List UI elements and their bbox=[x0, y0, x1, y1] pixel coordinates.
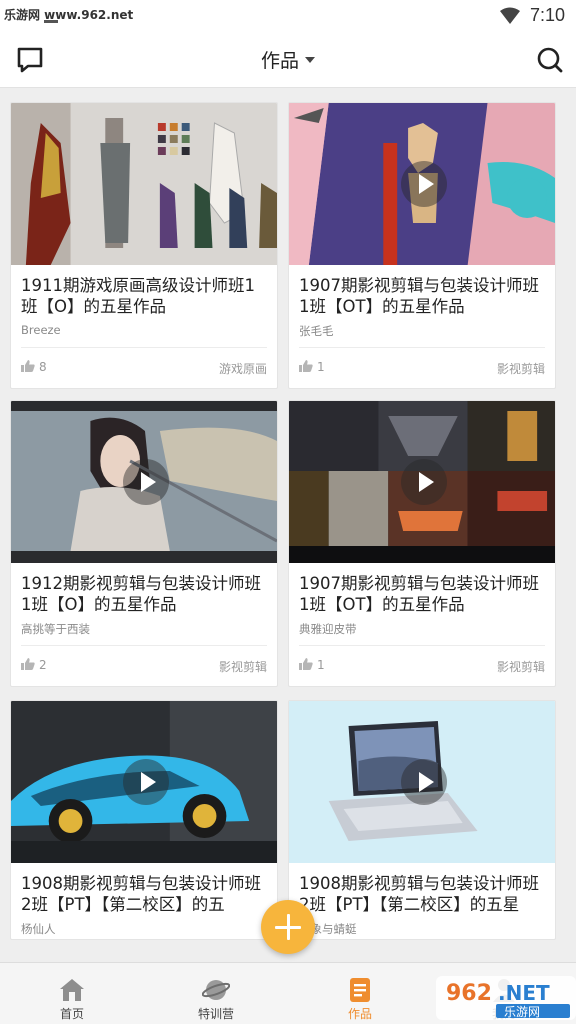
work-thumbnail[interactable] bbox=[289, 701, 555, 863]
work-title: 1911期游戏原画高级设计师班1班【O】的五星作品 bbox=[21, 276, 255, 316]
like-button[interactable]: 8 bbox=[21, 360, 47, 374]
work-thumbnail[interactable] bbox=[289, 401, 555, 563]
work-author: 高挑等于西装 bbox=[21, 622, 90, 636]
play-icon[interactable] bbox=[123, 459, 169, 505]
work-author: 杨仙人 bbox=[21, 922, 56, 936]
works-grid: 1911期游戏原画高级设计师班1班【O】的五星作品 Breeze 8 游戏原画 bbox=[10, 102, 566, 962]
status-time: 7:10 bbox=[530, 5, 566, 25]
work-meta: 8 游戏原画 bbox=[11, 348, 277, 388]
work-card[interactable]: 1907期影视剪辑与包装设计师班1班【OT】的五星作品 张毛毛 1 影视剪辑 bbox=[288, 102, 556, 389]
work-thumbnail[interactable] bbox=[11, 103, 277, 265]
nav-item-home[interactable]: 首页 bbox=[0, 963, 144, 1024]
work-thumbnail[interactable] bbox=[289, 103, 555, 265]
thumbs-up-icon bbox=[299, 658, 313, 670]
work-card[interactable]: 1911期游戏原画高级设计师班1班【O】的五星作品 Breeze 8 游戏原画 bbox=[10, 102, 278, 389]
work-meta: 1 影视剪辑 bbox=[289, 348, 555, 388]
site-watermark-logo: 962 .NET 乐游网 bbox=[436, 976, 576, 1020]
work-author: 典雅迎皮带 bbox=[299, 622, 357, 636]
work-thumbnail[interactable] bbox=[11, 701, 277, 863]
work-meta: 2 影视剪辑 bbox=[11, 646, 277, 686]
svg-text:962: 962 bbox=[446, 981, 492, 1006]
play-icon[interactable] bbox=[401, 759, 447, 805]
work-title: 1907期影视剪辑与包装设计师班1班【OT】的五星作品 bbox=[299, 276, 539, 316]
page-title-dropdown[interactable]: 作品 bbox=[0, 46, 576, 73]
like-button[interactable]: 1 bbox=[299, 658, 325, 672]
category-tag: 影视剪辑 bbox=[218, 660, 267, 674]
category-tag: 影视剪辑 bbox=[496, 362, 545, 376]
work-card[interactable]: 1912期影视剪辑与包装设计师班1班【O】的五星作品 高挑等于西装 2 影视剪辑 bbox=[10, 400, 278, 687]
play-icon[interactable] bbox=[401, 459, 447, 505]
app-header: 作品 bbox=[0, 32, 576, 88]
thumbs-up-icon bbox=[21, 360, 35, 372]
play-icon[interactable] bbox=[123, 759, 169, 805]
planet-icon bbox=[202, 980, 230, 1000]
work-title: 1912期影视剪辑与包装设计师班1班【O】的五星作品 bbox=[21, 574, 261, 614]
chevron-down-icon bbox=[305, 56, 315, 63]
work-title: 1908期影视剪辑与包装设计师班2班【PT】【第二校区】的五 bbox=[21, 874, 261, 914]
work-thumbnail[interactable] bbox=[11, 401, 277, 563]
work-card[interactable]: 1908期影视剪辑与包装设计师班2班【PT】【第二校区】的五 杨仙人 bbox=[10, 700, 278, 940]
play-icon[interactable] bbox=[401, 161, 447, 207]
nav-label: 作品 bbox=[347, 1007, 372, 1021]
home-icon bbox=[60, 979, 84, 1001]
like-count: 8 bbox=[39, 360, 47, 374]
like-button[interactable]: 2 bbox=[21, 658, 47, 672]
work-meta: 1 影视剪辑 bbox=[289, 646, 555, 686]
add-work-button[interactable] bbox=[261, 900, 315, 954]
like-count: 1 bbox=[317, 658, 325, 672]
category-tag: 游戏原画 bbox=[218, 362, 267, 376]
category-tag: 影视剪辑 bbox=[496, 660, 545, 674]
wifi-icon bbox=[500, 7, 520, 24]
status-site-text: 乐游网 www.962.net bbox=[4, 8, 134, 22]
nav-item-training[interactable]: 特训营 bbox=[144, 963, 288, 1024]
thumbs-up-icon bbox=[299, 360, 313, 372]
status-indicator bbox=[44, 20, 58, 23]
thumbs-up-icon bbox=[21, 658, 35, 670]
svg-text:乐游网: 乐游网 bbox=[504, 1005, 540, 1019]
page-title: 作品 bbox=[260, 50, 299, 72]
work-card[interactable]: 1907期影视剪辑与包装设计师班1班【OT】的五星作品 典雅迎皮带 1 影视剪辑 bbox=[288, 400, 556, 687]
work-author: 大象与蜻蜓 bbox=[299, 922, 357, 936]
concept-art-image bbox=[11, 103, 277, 265]
work-title: 1908期影视剪辑与包装设计师班2班【PT】【第二校区】的五星 bbox=[299, 874, 539, 914]
like-count: 1 bbox=[317, 360, 325, 374]
nav-label: 首页 bbox=[59, 1007, 84, 1021]
like-count: 2 bbox=[39, 658, 47, 672]
work-author: 张毛毛 bbox=[299, 324, 334, 338]
status-bar: 乐游网 www.962.net 7:10 bbox=[0, 0, 576, 32]
nav-item-works[interactable]: 作品 bbox=[288, 963, 432, 1024]
search-icon[interactable] bbox=[536, 46, 564, 74]
work-author: Breeze bbox=[21, 323, 61, 337]
work-card[interactable]: 1908期影视剪辑与包装设计师班2班【PT】【第二校区】的五星 大象与蜻蜓 bbox=[288, 700, 556, 940]
svg-text:.NET: .NET bbox=[498, 981, 550, 1005]
works-icon bbox=[350, 978, 370, 1002]
work-title: 1907期影视剪辑与包装设计师班1班【OT】的五星作品 bbox=[299, 574, 539, 614]
nav-label: 特训营 bbox=[197, 1007, 234, 1021]
like-button[interactable]: 1 bbox=[299, 360, 325, 374]
